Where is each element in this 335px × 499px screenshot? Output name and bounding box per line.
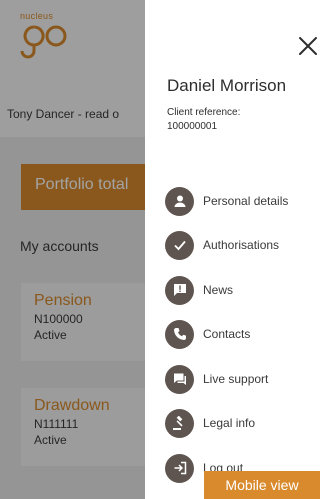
menu-item-contacts[interactable]: Contacts [165,319,330,349]
logout-icon [165,453,194,483]
menu-item-legal-info[interactable]: Legal info [165,408,330,438]
menu-item-label: Authorisations [203,238,280,252]
person-icon [165,186,194,216]
side-menu-drawer: Daniel Morrison Client reference: 100000… [145,0,335,499]
check-icon [165,230,194,260]
menu-item-label: Live support [203,372,269,386]
menu-item-personal-details[interactable]: Personal details [165,186,330,216]
phone-icon [165,319,194,349]
menu-item-live-support[interactable]: Live support [165,364,330,394]
mobile-view-badge: Mobile view [204,471,320,499]
close-button[interactable] [298,36,318,56]
client-reference-label: Client reference: [167,107,241,118]
alert-message-icon [165,275,194,305]
chat-icon [165,364,194,394]
close-icon [299,37,317,55]
menu-item-label: Contacts [203,327,251,341]
client-reference-value: 100000001 [167,121,218,132]
menu-item-label: Legal info [203,416,256,430]
menu-item-authorisations[interactable]: Authorisations [165,230,330,260]
gavel-icon [165,408,194,438]
menu-item-news[interactable]: News [165,275,330,305]
menu-item-label: News [203,283,234,297]
user-name: Daniel Morrison [167,76,287,95]
menu-item-label: Personal details [203,194,289,208]
